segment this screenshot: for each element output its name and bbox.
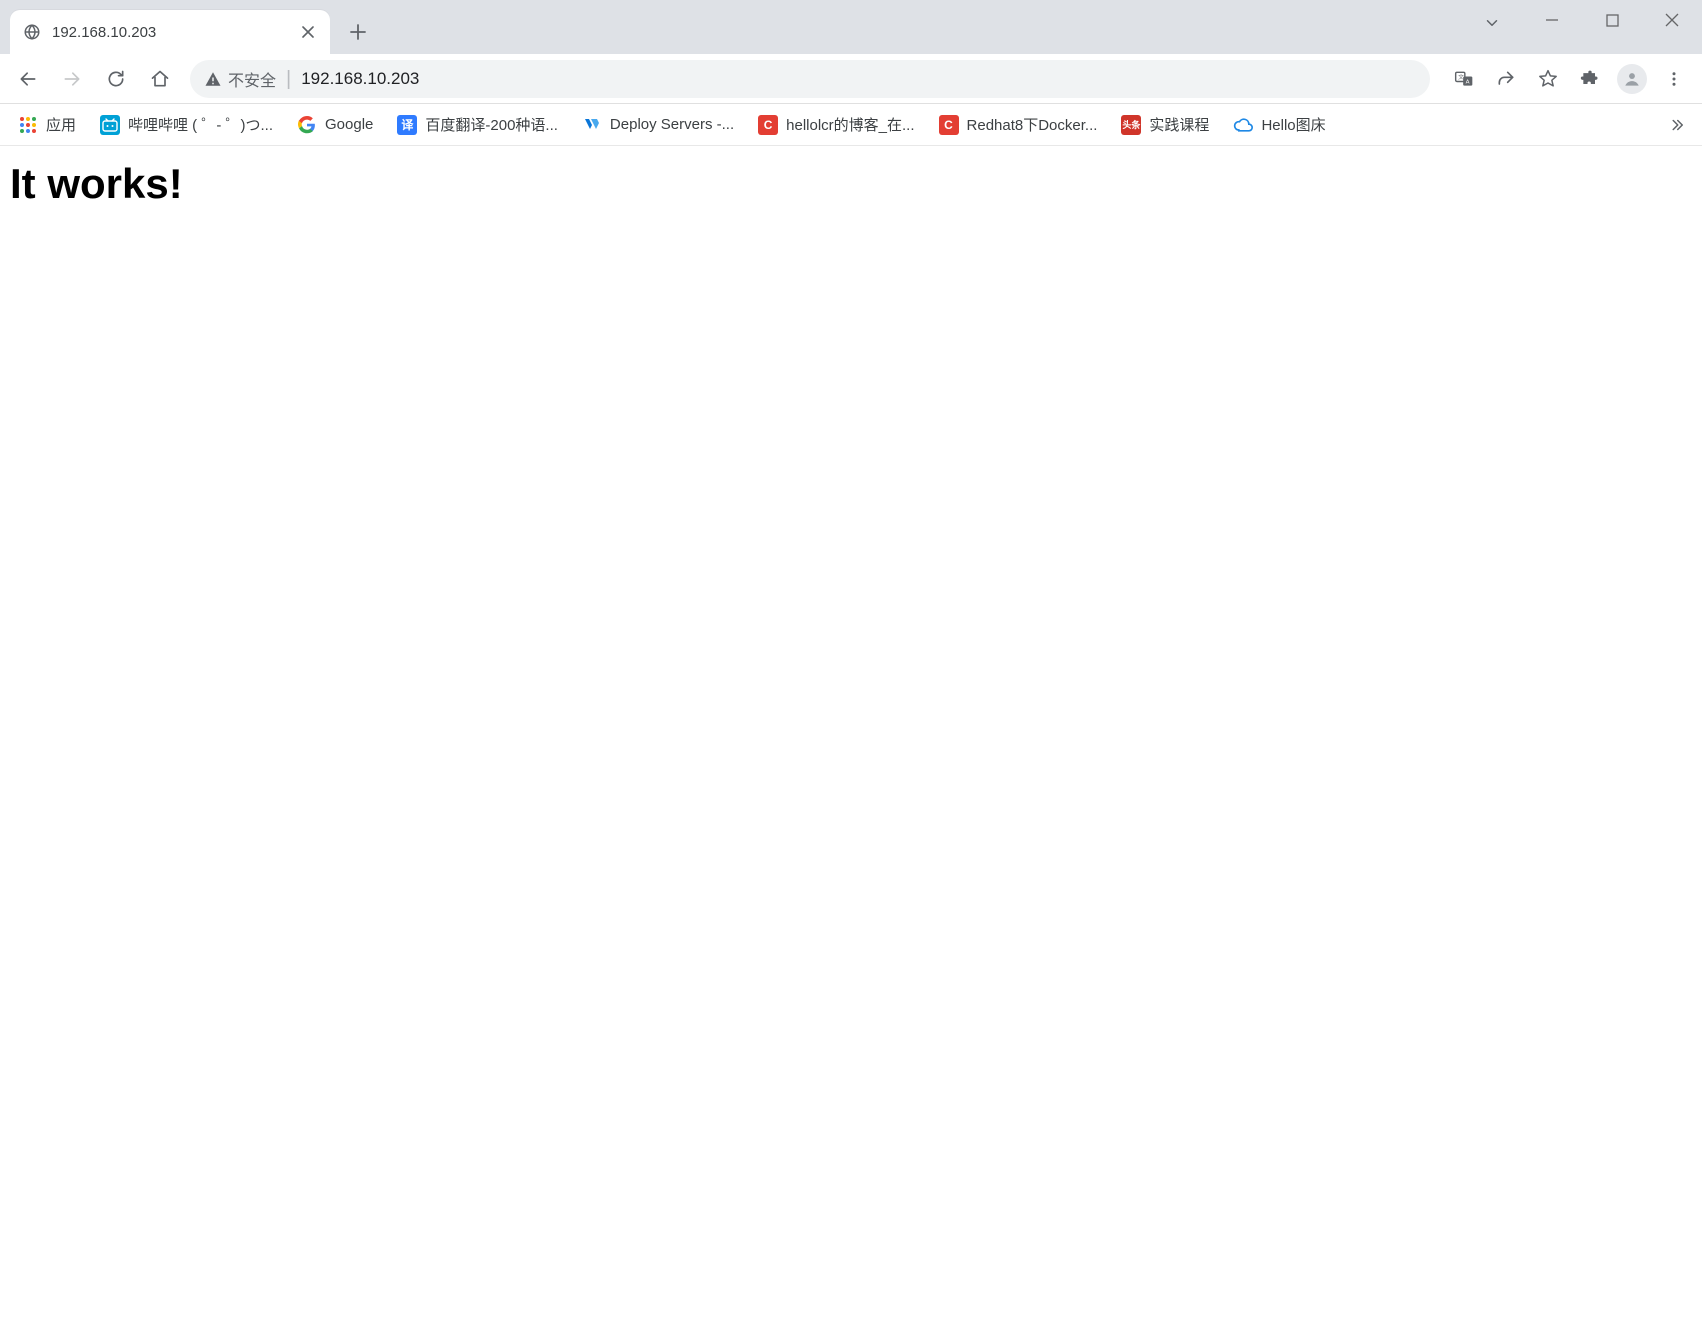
bookmark-label: Redhat8下Docker... xyxy=(967,114,1098,135)
bookmark-item[interactable]: C hellolcr的博客_在... xyxy=(750,109,922,140)
home-button[interactable] xyxy=(140,59,180,99)
arrow-right-icon xyxy=(62,69,82,89)
separator: | xyxy=(286,69,291,89)
reload-button[interactable] xyxy=(96,59,136,99)
close-icon xyxy=(302,26,314,38)
toutiao-icon: 头条 xyxy=(1121,115,1141,135)
bookmark-item[interactable]: Google xyxy=(289,110,381,140)
svg-text:文: 文 xyxy=(1458,73,1464,81)
baidu-translate-icon: 译 xyxy=(397,115,417,135)
bookmark-item[interactable]: 译 百度翻译-200种语... xyxy=(389,109,566,140)
close-window-button[interactable] xyxy=(1642,0,1702,40)
translate-icon: 文A xyxy=(1454,69,1474,89)
kebab-icon xyxy=(1665,70,1683,88)
new-tab-button[interactable] xyxy=(340,14,376,50)
bookmark-item[interactable]: 哔哩哔哩 ( ゜- ゜)つ... xyxy=(92,109,281,140)
bilibili-icon xyxy=(100,115,120,135)
google-icon xyxy=(297,115,317,135)
tab-strip: 192.168.10.203 xyxy=(0,0,376,54)
plus-icon xyxy=(350,24,366,40)
csdn-icon: C xyxy=(939,115,959,135)
bookmark-label: hellolcr的博客_在... xyxy=(786,114,914,135)
puzzle-icon xyxy=(1580,69,1600,89)
bookmark-label: Deploy Servers -... xyxy=(610,116,734,133)
bookmark-item[interactable]: C Redhat8下Docker... xyxy=(931,109,1106,140)
titlebar: 192.168.10.203 xyxy=(0,0,1702,54)
apps-shortcut[interactable]: 应用 xyxy=(10,109,84,140)
csdn-icon: C xyxy=(758,115,778,135)
toolbar: 不安全 | 192.168.10.203 文A xyxy=(0,54,1702,104)
bookmark-item[interactable]: Hello图床 xyxy=(1225,109,1333,140)
bookmark-button[interactable] xyxy=(1528,59,1568,99)
bookmark-label: 实践课程 xyxy=(1149,114,1209,135)
star-icon xyxy=(1538,69,1558,89)
share-button[interactable] xyxy=(1486,59,1526,99)
vultr-icon xyxy=(582,115,602,135)
page-content: It works! xyxy=(0,146,1702,222)
maximize-icon xyxy=(1606,14,1619,27)
window-controls xyxy=(1522,0,1702,40)
bookmark-label: 百度翻译-200种语... xyxy=(425,114,558,135)
cloud-icon xyxy=(1233,115,1253,135)
apps-icon xyxy=(18,115,38,135)
tab-title: 192.168.10.203 xyxy=(52,24,288,41)
bookmark-label: 哔哩哔哩 ( ゜- ゜)つ... xyxy=(128,114,273,135)
security-label: 不安全 xyxy=(228,67,276,91)
avatar-icon xyxy=(1617,64,1647,94)
bookmark-label: Hello图床 xyxy=(1261,114,1325,135)
extensions-button[interactable] xyxy=(1570,59,1610,99)
bookmark-item[interactable]: Deploy Servers -... xyxy=(574,110,742,140)
bookmarks-bar: 应用 哔哩哔哩 ( ゜- ゜)つ... Google 译 百度翻译-200种语.… xyxy=(0,104,1702,146)
bookmark-label: Google xyxy=(325,116,373,133)
warning-icon xyxy=(204,70,222,88)
bookmark-label: 应用 xyxy=(46,114,76,135)
browser-tab[interactable]: 192.168.10.203 xyxy=(10,10,330,54)
share-icon xyxy=(1496,69,1516,89)
address-bar[interactable]: 不安全 | 192.168.10.203 xyxy=(190,60,1430,98)
globe-icon xyxy=(22,22,42,42)
page-heading: It works! xyxy=(10,160,1692,208)
bookmark-item[interactable]: 头条 实践课程 xyxy=(1113,109,1217,140)
home-icon xyxy=(150,69,170,89)
tab-close-button[interactable] xyxy=(298,22,318,42)
url-text: 192.168.10.203 xyxy=(301,69,1416,89)
menu-button[interactable] xyxy=(1654,59,1694,99)
chevron-down-icon xyxy=(1483,14,1501,32)
maximize-button[interactable] xyxy=(1582,0,1642,40)
svg-text:A: A xyxy=(1466,79,1470,85)
toolbar-right: 文A xyxy=(1444,59,1694,99)
back-button[interactable] xyxy=(8,59,48,99)
translate-button[interactable]: 文A xyxy=(1444,59,1484,99)
minimize-button[interactable] xyxy=(1522,0,1582,40)
reload-icon xyxy=(106,69,126,89)
tab-search-button[interactable] xyxy=(1472,8,1512,38)
security-indicator[interactable]: 不安全 xyxy=(204,67,276,91)
minimize-icon xyxy=(1545,13,1559,27)
close-icon xyxy=(1665,13,1679,27)
chevron-right-double-icon xyxy=(1668,116,1686,134)
forward-button[interactable] xyxy=(52,59,92,99)
arrow-left-icon xyxy=(18,69,38,89)
profile-button[interactable] xyxy=(1612,59,1652,99)
bookmarks-overflow-button[interactable] xyxy=(1662,116,1692,134)
